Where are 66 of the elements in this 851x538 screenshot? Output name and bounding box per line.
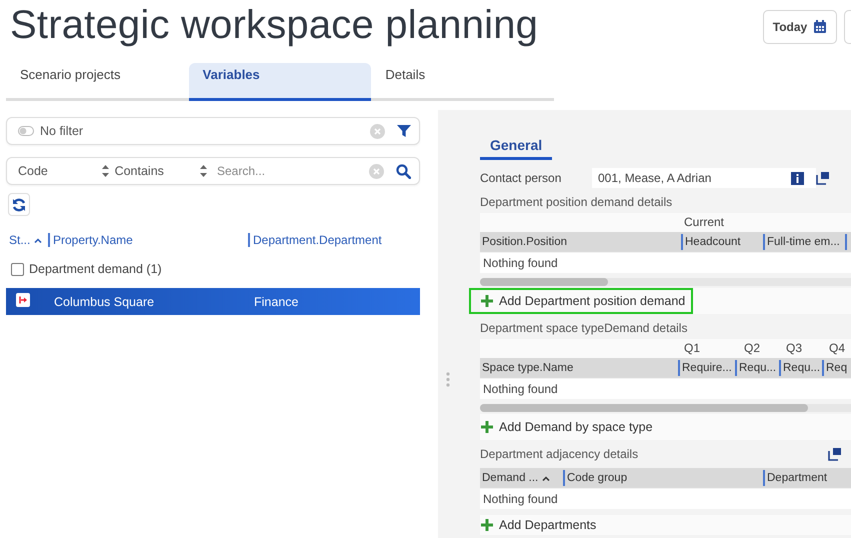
column-header[interactable]: Headcount — [685, 236, 741, 248]
field-select[interactable]: Code — [18, 164, 96, 178]
refresh-button[interactable] — [8, 193, 30, 216]
table-row[interactable]: Columbus Square Finance — [6, 288, 420, 315]
sort-arrows-icon — [102, 165, 109, 177]
toggle-icon[interactable] — [18, 126, 34, 136]
add-button[interactable]: Add Department position demand — [469, 288, 694, 314]
search-icon[interactable] — [396, 164, 411, 178]
scrollbar[interactable] — [480, 404, 851, 412]
field-label: Contact person — [480, 171, 562, 185]
popout-icon[interactable] — [828, 447, 842, 461]
column-header[interactable]: Space type.Name — [482, 362, 574, 374]
filter-label: No filter — [40, 124, 84, 138]
today-button[interactable]: Today — [763, 10, 837, 44]
sort-arrows-icon — [200, 165, 207, 177]
sort-caret-icon — [34, 238, 42, 242]
checkbox[interactable] — [11, 262, 24, 276]
group-label: Department demand (1) — [29, 262, 162, 276]
column-header[interactable]: Requ... — [739, 362, 776, 374]
info-icon[interactable] — [791, 172, 804, 184]
refresh-icon — [12, 198, 26, 212]
section-title: Department space typeDemand details — [480, 321, 688, 335]
contact-field[interactable]: 001, Mease, A Adrian — [592, 168, 816, 188]
column-group-header: Q3 — [786, 341, 802, 355]
search-input[interactable]: Search... — [217, 164, 357, 178]
column-header[interactable]: Code group — [567, 472, 628, 484]
table-cell-text: Finance — [253, 294, 300, 308]
column-group-header: Q1 — [684, 341, 700, 355]
filter-icon[interactable] — [397, 124, 411, 138]
column-header[interactable]: Req — [826, 362, 848, 374]
column-group-header: Current — [684, 215, 724, 229]
section-title: Department adjacency details — [480, 447, 640, 461]
table-cell-text: Columbus Square — [53, 294, 156, 308]
column-header[interactable]: Position.Position — [482, 236, 568, 248]
column-group-header: Q4 — [829, 341, 846, 355]
section-title: Department position demand details — [480, 195, 674, 209]
column-header[interactable]: Requ... — [783, 362, 820, 374]
popout-icon[interactable] — [816, 171, 830, 185]
tab[interactable]: Scenario projects — [6, 63, 189, 101]
tab[interactable]: Details — [371, 63, 554, 101]
column-header[interactable]: Department.Department — [248, 233, 420, 247]
column-header[interactable]: Demand ... — [482, 472, 550, 484]
plus-icon — [481, 295, 493, 307]
page-title: Strategic workspace planning — [10, 3, 538, 48]
column-header[interactable]: Full-time em... — [767, 236, 840, 248]
sort-caret-icon — [542, 476, 550, 480]
scrollbar[interactable] — [480, 278, 851, 286]
add-button[interactable]: Add Departments — [469, 515, 604, 535]
column-header[interactable]: Require... — [682, 362, 732, 374]
drag-handle-icon[interactable] — [446, 372, 450, 387]
add-button[interactable]: Add Demand by space type — [469, 414, 661, 440]
column-group-header: Q2 — [744, 341, 760, 355]
filter-field[interactable]: No filter — [6, 117, 420, 145]
status-icon — [16, 293, 30, 307]
tab[interactable]: Variables — [188, 63, 372, 101]
empty-message: Nothing found — [480, 379, 851, 399]
plus-icon — [481, 519, 493, 531]
calendar-icon — [813, 20, 828, 34]
column-header[interactable]: St... — [6, 233, 48, 247]
tab[interactable]: General — [480, 134, 552, 160]
plus-icon — [481, 421, 493, 433]
column-header[interactable]: Property.Name — [48, 233, 248, 247]
empty-message: Nothing found — [480, 253, 851, 273]
operator-select[interactable]: Contains — [114, 164, 194, 178]
empty-message: Nothing found — [480, 489, 851, 509]
column-header[interactable]: Department — [767, 472, 828, 484]
